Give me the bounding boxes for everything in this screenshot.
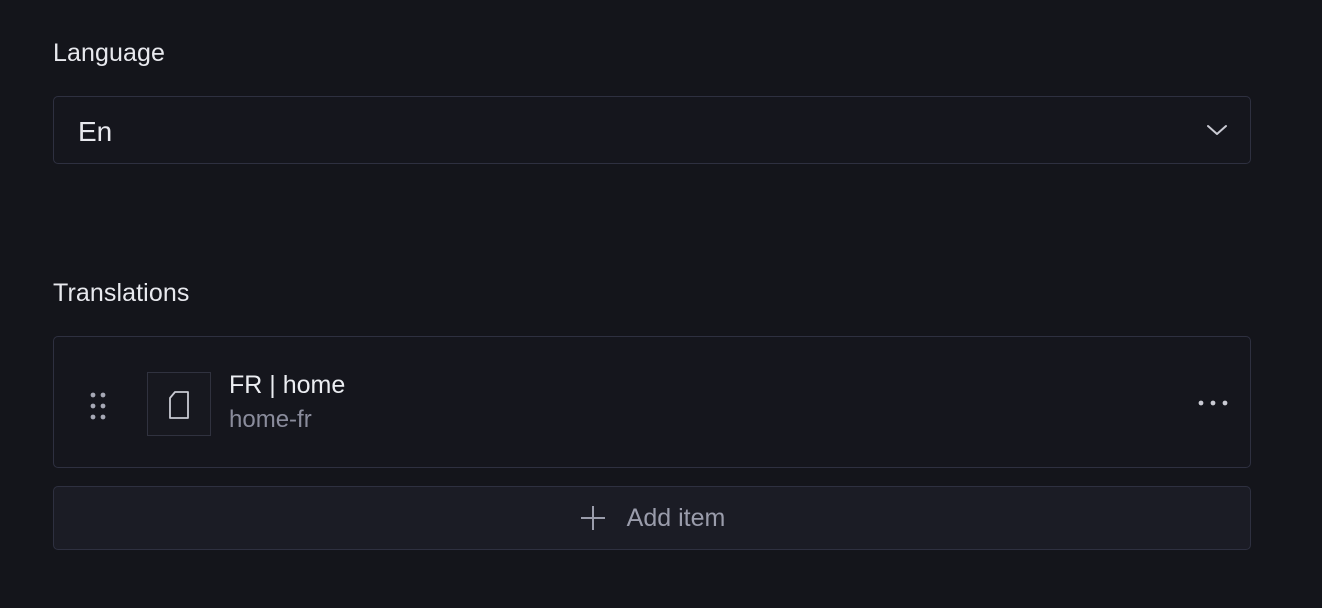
list-item[interactable]: FR | home home-fr: [53, 336, 1251, 468]
item-title: FR | home: [229, 371, 346, 399]
add-item-button-content: Add item: [54, 487, 1250, 549]
document-thumbnail: [147, 372, 211, 436]
add-item-button[interactable]: Add item: [53, 486, 1251, 550]
drag-handle-icon[interactable]: [88, 391, 108, 421]
language-label: Language: [53, 39, 166, 67]
plus-icon: [580, 506, 605, 530]
translations-label: Translations: [53, 279, 190, 307]
document-icon: [169, 391, 189, 419]
language-select[interactable]: En: [53, 96, 1251, 164]
more-horizontal-icon[interactable]: [1196, 391, 1230, 415]
add-item-label: Add item: [626, 503, 726, 532]
item-subtitle: home-fr: [229, 406, 312, 433]
language-select-value: En: [78, 116, 113, 147]
chevron-down-icon: [1207, 125, 1227, 135]
